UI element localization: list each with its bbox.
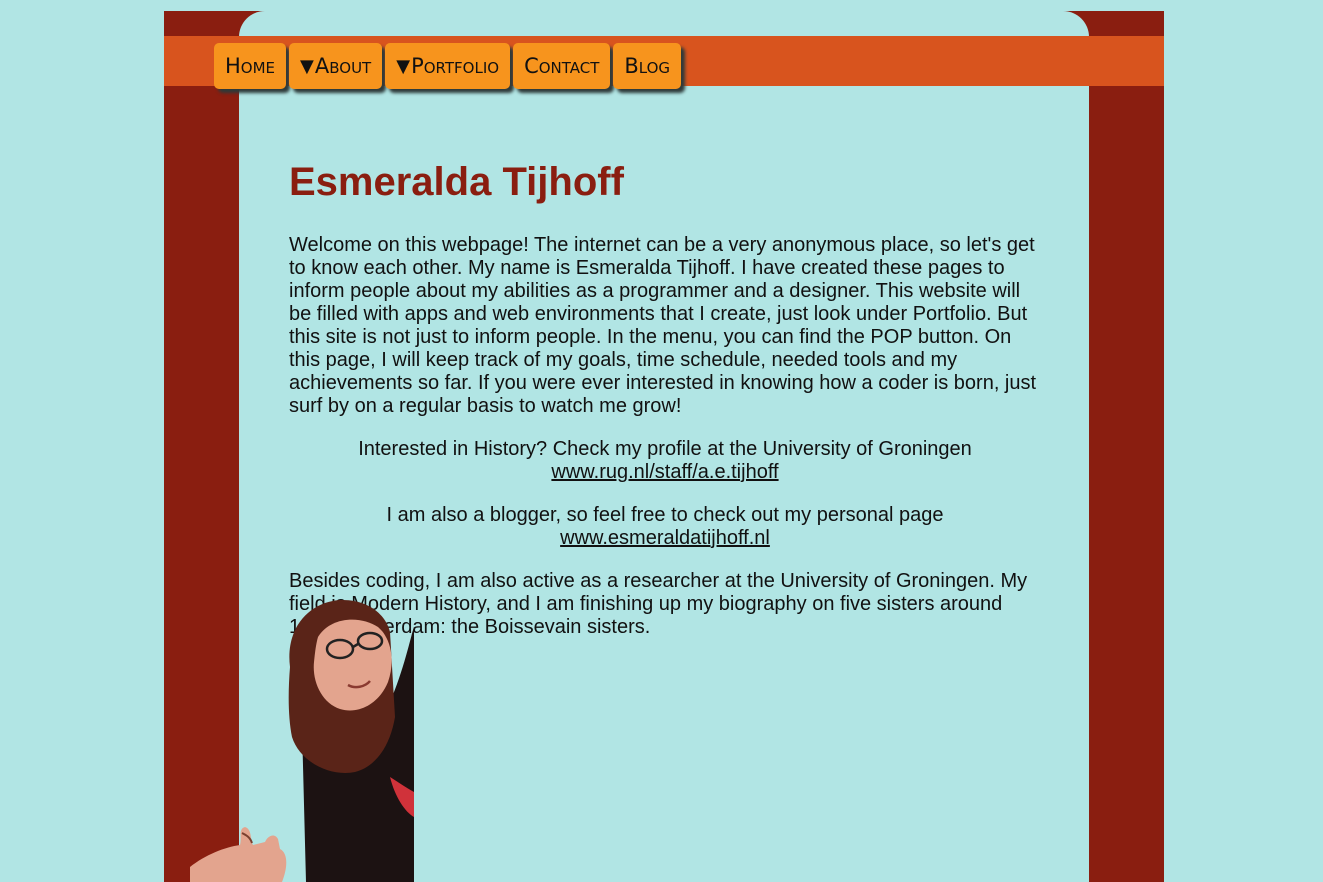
nav-contact-label: Contact — [524, 54, 600, 78]
history-text: Interested in History? Check my profile … — [358, 438, 972, 460]
nav-contact[interactable]: Contact — [513, 43, 611, 89]
dropdown-caret-icon: ▼ — [300, 55, 314, 77]
nav-about[interactable]: ▼ About — [289, 43, 383, 89]
history-profile-link[interactable]: www.rug.nl/staff/a.e.tijhoff — [551, 461, 778, 483]
intro-paragraph: Welcome on this webpage! The internet ca… — [289, 234, 1037, 417]
blog-text: I am also a blogger, so feel free to che… — [386, 504, 944, 526]
blog-block: I am also a blogger, so feel free to che… — [289, 504, 1041, 550]
main-nav: Home ▼ About ▼ Portfolio Contact Blog — [214, 43, 682, 89]
personal-page-link[interactable]: www.esmeraldatijhoff.nl — [560, 527, 770, 549]
nav-portfolio-label: Portfolio — [411, 54, 500, 78]
peeking-person-image — [190, 599, 414, 882]
nav-home[interactable]: Home — [214, 43, 287, 89]
history-block: Interested in History? Check my profile … — [289, 438, 1041, 484]
page-title: Esmeralda Tijhoff — [289, 160, 624, 204]
nav-blog-label: Blog — [624, 54, 671, 78]
nav-about-label: About — [314, 54, 372, 78]
nav-home-label: Home — [225, 54, 276, 78]
nav-portfolio[interactable]: ▼ Portfolio — [385, 43, 511, 89]
nav-blog[interactable]: Blog — [613, 43, 682, 89]
dropdown-caret-icon: ▼ — [396, 55, 411, 77]
